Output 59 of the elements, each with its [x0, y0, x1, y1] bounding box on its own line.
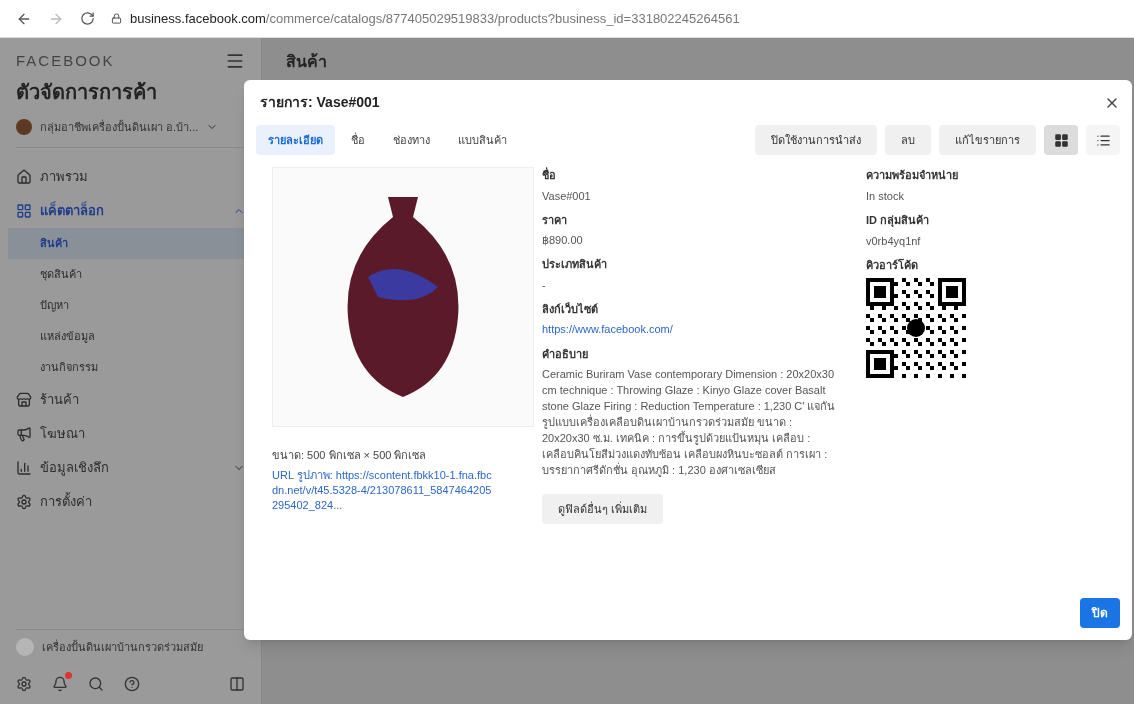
sidebar-title: ตัวจัดการการค้า — [16, 79, 158, 105]
settings-icon[interactable] — [16, 676, 32, 692]
website-link[interactable]: https://www.facebook.com/ — [542, 321, 842, 338]
lock-icon — [111, 13, 122, 24]
field-label: ความพร้อมจำหน่าย — [866, 168, 959, 183]
field-value: Ceramic Buriram Vase contemporary Dimension : 20x20x30 cm technique : Throwing Glaze : Kinyo Glaze cover Basalt stone Glaze Firing : Reduction Temperature : 1,230 C' แจกันรูปแบบเครื่องเคลือบดินเผาบ้านกรวดร่วมสมัย ขนาด : 20x20x30 ซ.ม. เทคนิค : การขึ้นรูปด้วยแป้นหมุน เคลือบ : เคลือบคินโยสีม่วงแดงทับซ้อน เคลือบผงหินบะซอลต์ การเผา : บรรยากาศรีดักชั่น อุณหภูมิ : 1,230 องศาเซลเซียส — [542, 367, 837, 478]
nav-item[interactable]: ข้อมูลเชิงลึก — [16, 451, 245, 485]
field-value: Vase#001 — [542, 188, 592, 204]
avatar — [16, 118, 32, 135]
action-button[interactable]: แก้ไขรายการ — [939, 125, 1036, 155]
nav-item[interactable]: ภาพรวม — [16, 160, 245, 194]
notifications-icon[interactable] — [52, 676, 68, 692]
account-name[interactable]: เครื่องปั้นดินเผาบ้านกรวดร่วมสมัย — [42, 638, 203, 656]
account-avatar — [16, 638, 34, 656]
grid-icon — [1053, 132, 1069, 148]
page-title: สินค้า — [286, 53, 327, 70]
search-icon[interactable] — [88, 676, 104, 692]
field-label: ราคา — [542, 212, 568, 228]
list-view-button[interactable] — [1086, 125, 1120, 155]
field-label: คิวอาร์โค้ด — [866, 257, 919, 273]
field-label: ประเภทสินค้า — [542, 257, 608, 272]
field-label: ID กลุ่มสินค้า — [866, 213, 931, 229]
business-selector[interactable]: กลุ่มอาชีพเครื่องปั้นดินเผา อ.บ้า... — [16, 114, 245, 139]
nav-item[interactable]: ร้านค้า — [16, 383, 245, 417]
close-button[interactable]: ปิด — [1080, 598, 1120, 628]
home-icon — [16, 169, 32, 185]
field-value: - — [542, 277, 547, 293]
notification-badge — [65, 672, 72, 679]
catalog-icon — [16, 203, 32, 219]
reload-icon[interactable] — [80, 11, 95, 26]
list-icon — [1095, 132, 1111, 148]
more-fields-button[interactable]: ดูฟิลด์อื่นๆ เพิ่มเติม — [542, 494, 664, 524]
field-label: ลิงก์เว็บไซต์ — [542, 301, 599, 317]
insights-icon — [16, 460, 32, 476]
dialog-title: รายการ: Vase#001 — [260, 93, 380, 112]
field-value: v0rb4yq1nf — [866, 233, 922, 249]
nav-item[interactable]: แค็ตตาล็อก — [16, 194, 245, 228]
nav-item[interactable]: การตั้งค่า — [16, 485, 245, 519]
nav-item[interactable]: โฆษณา — [16, 417, 245, 451]
ads-icon — [16, 426, 32, 442]
field-label: ชื่อ — [542, 167, 557, 183]
action-button[interactable]: ลบ — [885, 125, 931, 155]
help-icon[interactable] — [124, 676, 140, 692]
tab[interactable]: แบบสินค้า — [446, 125, 519, 155]
settings-icon — [16, 494, 32, 510]
field-label: คำอธิบาย — [542, 346, 589, 362]
address-bar[interactable]: business.facebook.com/commerce/catalogs/877405029519833/products?business_id=331802245264561 — [111, 8, 740, 29]
image-url-link[interactable]: URL รูปภาพ: https://scontent.fbkk10-1.fna.fbcdn.net/v/t45.5328-4/213078611_5847464205295402_824... — [272, 467, 492, 513]
tab[interactable]: ชื่อ — [339, 125, 377, 155]
field-value: In stock — [866, 188, 905, 204]
brand-logo: FACEBOOK — [16, 51, 115, 71]
tab[interactable]: รายละเอียด — [256, 125, 335, 155]
field-value: ฿890.00 — [542, 233, 584, 248]
action-button[interactable]: ปิดใช้งานการนำส่ง — [755, 125, 877, 155]
image-size: ขนาด: 500 พิกเซล × 500 พิกเซล — [272, 448, 428, 463]
shop-icon — [16, 392, 32, 408]
tab[interactable]: ช่องทาง — [381, 125, 442, 155]
panel-icon[interactable] — [229, 676, 245, 692]
grid-view-button[interactable] — [1044, 125, 1078, 155]
